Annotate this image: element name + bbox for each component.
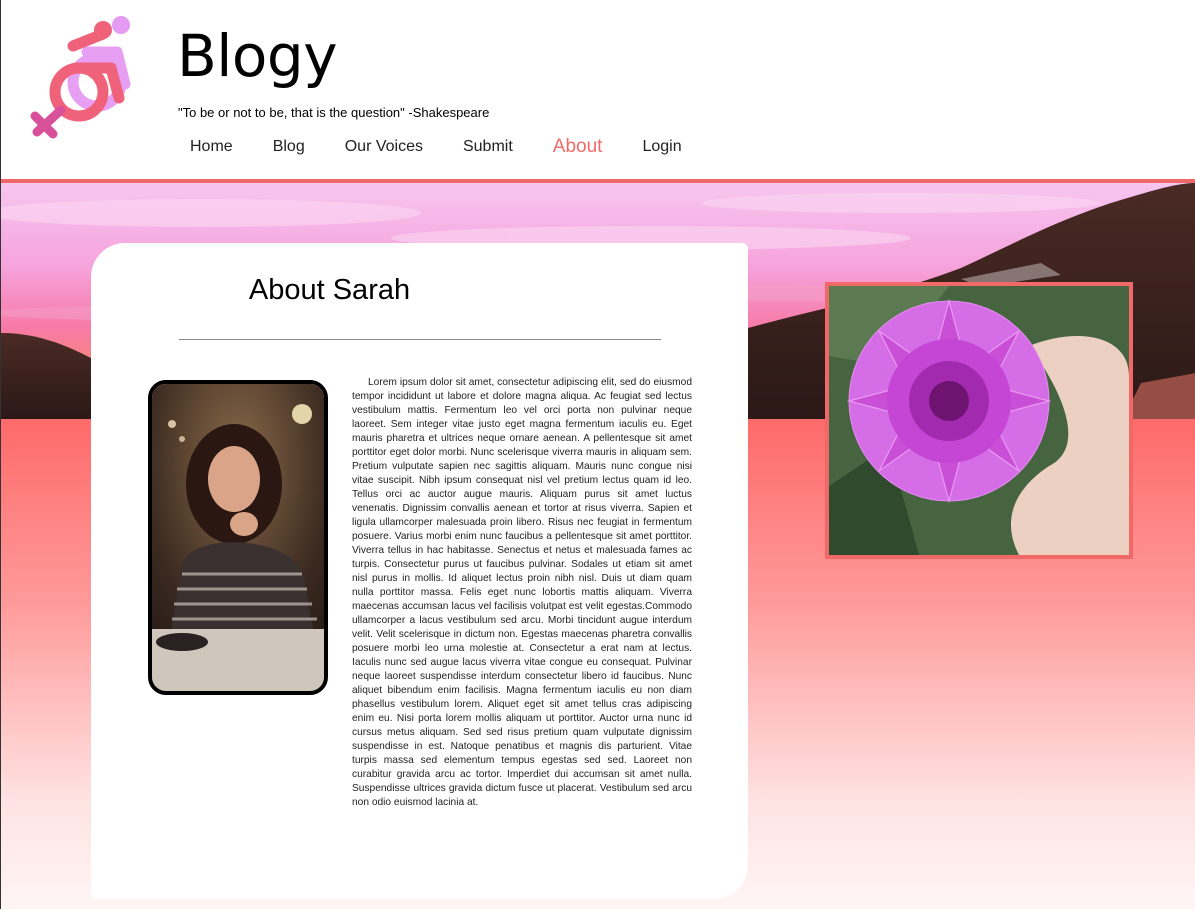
main-nav: Home Blog Our Voices Submit About Login: [190, 136, 722, 158]
site-title[interactable]: Blogy: [177, 22, 338, 90]
dahlia-flower-photo: [825, 282, 1133, 559]
nav-home[interactable]: Home: [190, 138, 233, 156]
site-header: Blogy "To be or not to be, that is the q…: [1, 0, 1195, 179]
nav-our-voices[interactable]: Our Voices: [345, 138, 423, 156]
nav-submit[interactable]: Submit: [463, 138, 513, 156]
about-title: About Sarah: [248, 274, 411, 306]
title-divider: [179, 339, 661, 340]
about-card: Lorem ipsum dolor sit amet, consectetur …: [91, 243, 748, 899]
logo-icon[interactable]: [21, 12, 141, 142]
profile-photo: [148, 380, 328, 695]
nav-blog[interactable]: Blog: [273, 138, 305, 156]
site-tagline: "To be or not to be, that is the questio…: [178, 105, 490, 120]
nav-about[interactable]: About: [553, 136, 603, 158]
nav-login[interactable]: Login: [642, 138, 681, 156]
about-bio-text: Lorem ipsum dolor sit amet, consectetur …: [352, 377, 692, 808]
